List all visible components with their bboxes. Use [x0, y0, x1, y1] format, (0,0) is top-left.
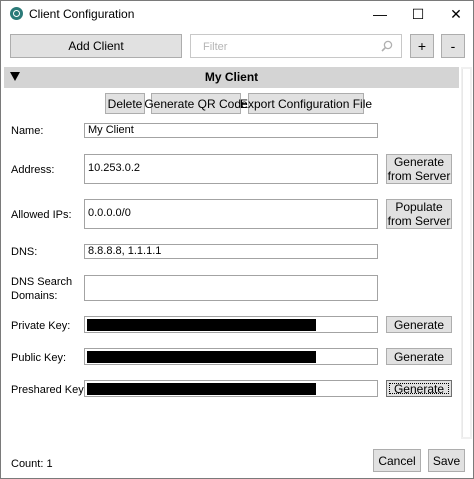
name-label: Name:: [11, 125, 44, 137]
allowed-ips-label: Allowed IPs:: [11, 209, 72, 221]
scrollbar-thumb[interactable]: [462, 69, 470, 437]
filter-box[interactable]: [190, 34, 402, 58]
client-name-header: My Client: [204, 70, 259, 84]
private-key-label: Private Key:: [11, 320, 71, 332]
allowed-ips-field[interactable]: 0.0.0.0/0: [84, 199, 378, 229]
public-key-mask: [87, 351, 316, 363]
public-key-label: Public Key:: [11, 352, 67, 364]
dns-search-domains-label: DNS Search Domains:: [11, 276, 73, 302]
dns-field[interactable]: 8.8.8.8, 1.1.1.1: [84, 244, 378, 259]
cancel-button[interactable]: Cancel: [373, 449, 421, 472]
generate-public-key-button[interactable]: Generate: [386, 348, 452, 365]
close-icon[interactable]: ✕: [437, 1, 474, 27]
populate-from-server-button[interactable]: Populate from Server: [386, 199, 452, 229]
preshared-key-mask: [87, 383, 316, 395]
search-icon: [381, 40, 393, 52]
dns-label: DNS:: [11, 246, 38, 258]
title-bar[interactable]: Client Configuration — ☐ ✕: [1, 1, 473, 27]
generate-qr-code-button[interactable]: Generate QR Code: [144, 93, 248, 114]
name-field[interactable]: My Client: [84, 123, 378, 138]
client-configuration-window: Client Configuration — ☐ ✕ Add Client + …: [0, 0, 474, 479]
save-button[interactable]: Save: [428, 449, 465, 472]
preshared-key-field[interactable]: [84, 380, 378, 397]
public-key-field[interactable]: [84, 348, 378, 365]
remove-button[interactable]: -: [441, 34, 465, 58]
window-title: Client Configuration: [29, 7, 135, 21]
add-button[interactable]: +: [410, 34, 434, 58]
preshared-key-label: Preshared Key:: [11, 384, 87, 396]
generate-from-server-button[interactable]: Generate from Server: [386, 154, 452, 184]
private-key-field[interactable]: [84, 316, 378, 333]
app-logo-icon: [10, 7, 23, 20]
export-configuration-button[interactable]: Export Configuration File: [240, 93, 372, 114]
client-section-header[interactable]: My Client: [4, 67, 459, 88]
minimize-icon[interactable]: —: [361, 1, 399, 27]
add-client-button[interactable]: Add Client: [10, 34, 182, 58]
client-count: Count: 1: [11, 458, 53, 470]
maximize-icon[interactable]: ☐: [399, 1, 437, 27]
generate-preshared-key-button[interactable]: Generate: [386, 380, 452, 397]
filter-input[interactable]: [201, 39, 371, 54]
delete-button[interactable]: Delete: [105, 93, 145, 114]
generate-private-key-button[interactable]: Generate: [386, 316, 452, 333]
address-label: Address:: [11, 164, 55, 176]
dns-search-domains-field[interactable]: [84, 275, 378, 301]
private-key-mask: [87, 319, 316, 331]
address-field[interactable]: 10.253.0.2: [84, 154, 378, 184]
vertical-scrollbar[interactable]: [461, 67, 472, 439]
